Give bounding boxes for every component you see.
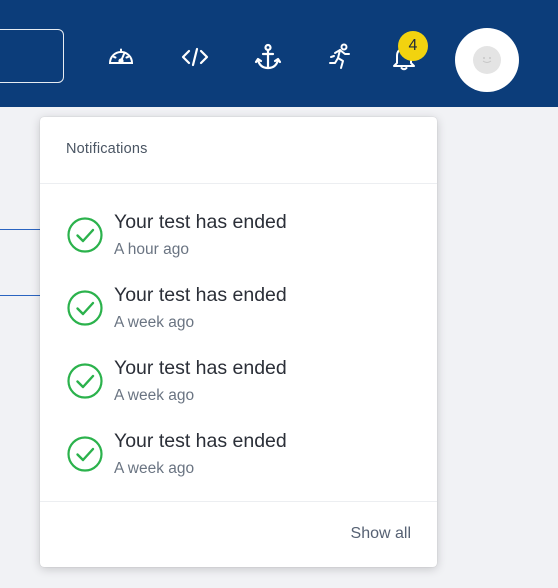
divider: [40, 501, 437, 502]
notification-text: Your test has ended: [114, 430, 287, 452]
code-icon[interactable]: [178, 40, 212, 74]
check-circle-icon: [67, 290, 103, 326]
avatar-face-icon: [473, 46, 501, 74]
speedometer-icon[interactable]: [104, 40, 138, 74]
notification-time: A week ago: [114, 387, 195, 404]
check-circle-icon: [67, 217, 103, 253]
notification-text: Your test has ended: [114, 211, 287, 233]
notifications-title: Notifications: [66, 141, 148, 157]
check-circle-icon: [67, 363, 103, 399]
show-all-link[interactable]: Show all: [351, 525, 411, 543]
background-divider: [0, 295, 42, 296]
notification-time: A week ago: [114, 314, 195, 331]
divider: [40, 183, 437, 184]
anchor-icon[interactable]: [251, 40, 285, 74]
check-circle-icon: [67, 436, 103, 472]
notification-count-badge: 4: [398, 31, 428, 61]
top-navbar: 4: [0, 0, 558, 107]
avatar[interactable]: [455, 28, 519, 92]
notifications-dropdown: Notifications Your test has ended A hour…: [40, 117, 437, 567]
notification-item[interactable]: Your test has ended A week ago: [40, 280, 437, 353]
notification-time: A week ago: [114, 460, 195, 477]
notification-item[interactable]: Your test has ended A hour ago: [40, 207, 437, 280]
notification-item[interactable]: Your test has ended A week ago: [40, 426, 437, 499]
notification-item[interactable]: Your test has ended A week ago: [40, 353, 437, 426]
notification-time: A hour ago: [114, 241, 189, 258]
background-divider: [0, 229, 42, 230]
notification-list: Your test has ended A hour ago Your test…: [40, 207, 437, 499]
search-input[interactable]: [0, 29, 64, 83]
notification-text: Your test has ended: [114, 284, 287, 306]
notification-text: Your test has ended: [114, 357, 287, 379]
running-person-icon[interactable]: [323, 40, 357, 74]
